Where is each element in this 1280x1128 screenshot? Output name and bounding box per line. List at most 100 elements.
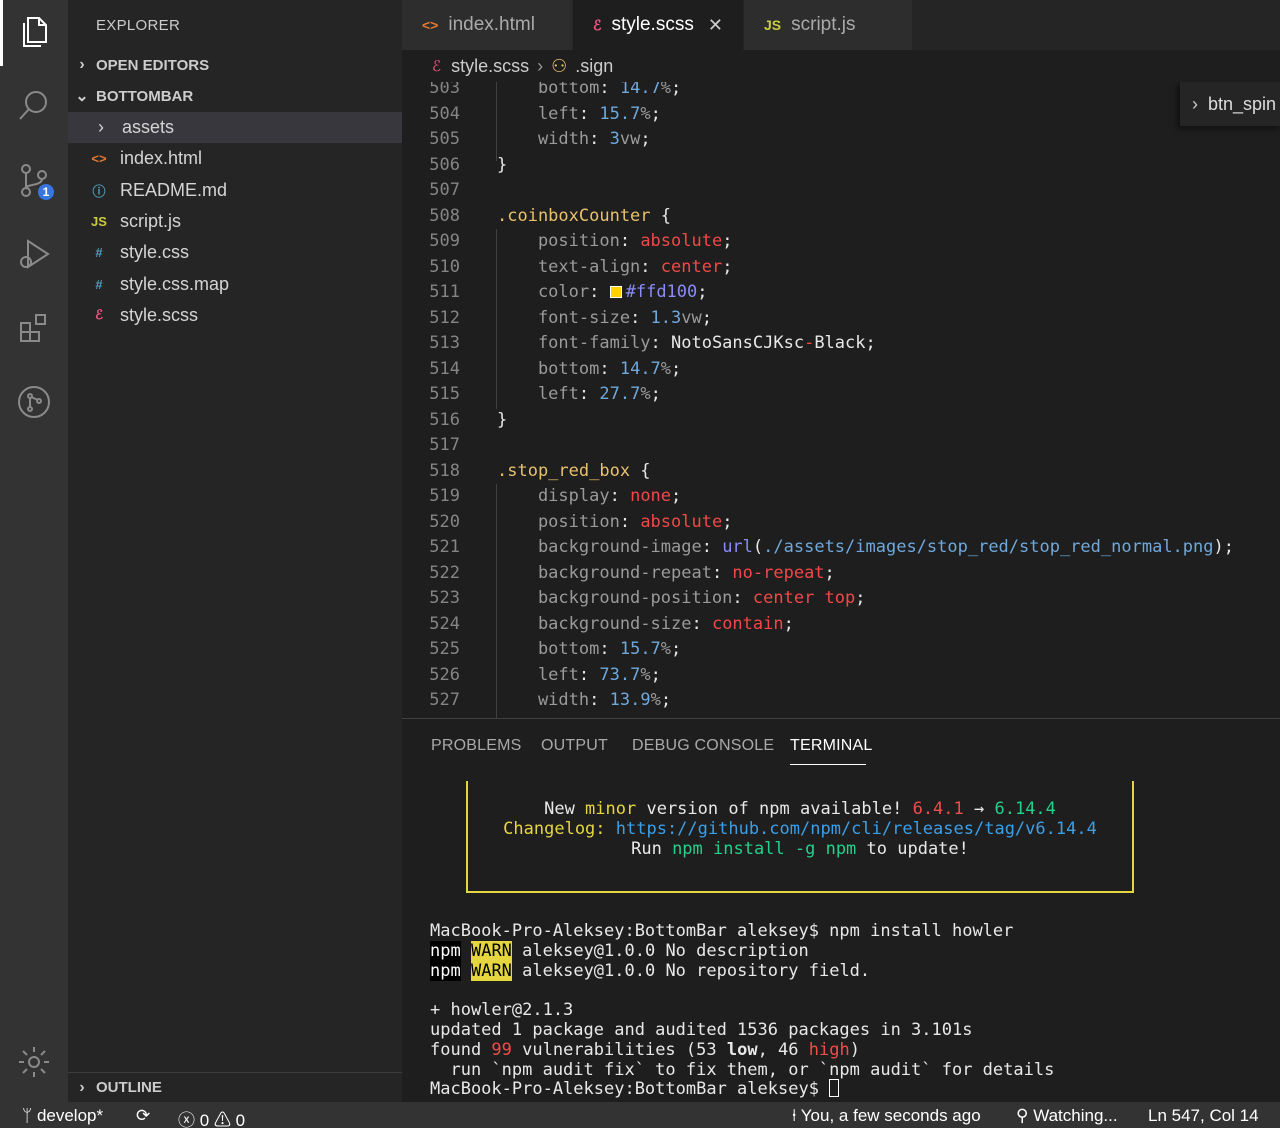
- code-token: ;: [855, 588, 866, 608]
- tab-index-html[interactable]: <> index.html: [402, 0, 573, 50]
- breadcrumb: ℰ style.scss › ⚇ .sign: [402, 50, 1280, 82]
- code-token: #ffd100: [625, 282, 698, 302]
- tab-output[interactable]: OUTPUT: [541, 737, 608, 755]
- terminal-token: + howler@2.1.3: [430, 1000, 574, 1021]
- code-line: 519 display: none;: [402, 484, 1280, 510]
- tab-terminal[interactable]: TERMINAL: [790, 737, 873, 755]
- code-token: 1.3: [650, 307, 682, 328]
- code-token: :: [578, 664, 600, 685]
- code-line: 521 background-image: url(./assets/image…: [402, 535, 1280, 561]
- code-token: 73.7: [599, 664, 641, 685]
- terminal-token: npm install -g npm: [672, 839, 857, 859]
- line-number: 523: [429, 588, 460, 608]
- code-line: 524 background-size: contain;: [402, 612, 1280, 638]
- files-icon[interactable]: [14, 12, 54, 52]
- code-token: background-image: [497, 537, 702, 557]
- code-line: 515 left: 27.7%;: [402, 382, 1280, 408]
- active-tab-underline: [790, 764, 866, 765]
- code-line: 518 .stop_red_box {: [402, 459, 1280, 485]
- terminal-line: found 99 vulnerabilities (53 low, 46 hig…: [430, 1040, 860, 1060]
- code-text: background-size: contain;: [497, 612, 794, 638]
- git-branch-icon: ᛘ: [22, 1106, 33, 1125]
- error-count: 0: [199, 1111, 210, 1128]
- tab-label: script.js: [791, 14, 856, 35]
- code-token: position: [497, 231, 620, 251]
- js-file-icon: JS: [764, 17, 782, 33]
- code-token: 3: [609, 129, 620, 149]
- code-token: : NotoSansCJKsc: [650, 333, 805, 353]
- watch-status[interactable]: ⚲ Watching...: [1016, 1106, 1118, 1126]
- tree-file[interactable]: ℰstyle.scss: [68, 300, 402, 331]
- code-token: %: [650, 690, 661, 710]
- open-editors-section[interactable]: › OPEN EDITORS: [68, 50, 402, 80]
- terminal[interactable]: New minor version of npm available! 6.4.…: [402, 719, 1280, 1103]
- close-icon[interactable]: ✕: [708, 15, 723, 36]
- tree-item-label: script.js: [120, 210, 182, 231]
- tab-script-js[interactable]: JS script.js: [744, 0, 913, 50]
- tab-style-scss[interactable]: ℰ style.scss ✕: [573, 0, 744, 50]
- tree-file[interactable]: JS script.js: [68, 206, 402, 237]
- blame-text: You, a few seconds ago: [800, 1106, 981, 1125]
- file-type-icon: JS: [91, 213, 107, 229]
- code-text: .coinboxCounter {: [497, 204, 671, 230]
- folder-section[interactable]: ⌄ BOTTOMBAR: [68, 81, 402, 111]
- tree-file[interactable]: ⓘ README.md: [68, 175, 402, 206]
- line-number: 524: [429, 613, 460, 634]
- code-token: bottom: [497, 82, 600, 98]
- tree-file[interactable]: <> index.html: [68, 143, 402, 174]
- extensions-icon[interactable]: [14, 308, 54, 348]
- cursor-position[interactable]: Ln 547, Col 14: [1148, 1106, 1259, 1126]
- settings-gear-icon[interactable]: [14, 1042, 54, 1082]
- code-token: .coinboxCounter: [497, 205, 651, 226]
- chevron-right-icon: ›: [79, 1078, 85, 1096]
- sticky-scroll-widget[interactable]: › btn_spin: [1180, 82, 1280, 126]
- file-type-icon: ⓘ: [92, 183, 106, 199]
- branch-status[interactable]: ᛘ develop*: [22, 1106, 103, 1126]
- tree-file[interactable]: # style.css: [68, 237, 402, 268]
- code-token: %: [640, 664, 651, 685]
- code-token: ;: [722, 511, 733, 532]
- code-text: display: none;: [497, 484, 681, 510]
- code-editor[interactable]: 503 bottom: 14.7%; 504 left: 15.7%; 505 wi…: [402, 82, 1280, 718]
- outline-section[interactable]: › OUTLINE: [68, 1072, 402, 1102]
- code-token: {: [650, 205, 672, 226]
- problems-status[interactable]: ⓧ 0 ⚠ 0: [178, 1106, 245, 1128]
- code-token: width: [497, 129, 590, 149]
- code-text: font-size: 1.3vw;: [497, 306, 712, 332]
- terminal-token: MacBook-Pro-Aleksey:BottomBar aleksey$ n…: [430, 921, 1014, 941]
- tab-problems[interactable]: PROBLEMS: [431, 737, 522, 755]
- line-number: 507: [429, 180, 460, 200]
- terminal-token: aleksey@1.0.0 No description: [511, 940, 809, 961]
- search-icon[interactable]: [14, 86, 54, 126]
- code-token: );: [1213, 537, 1234, 557]
- tree-folder-assets[interactable]: › assets: [68, 112, 402, 143]
- npm-notice-line: Run npm install -g npm to update!: [468, 839, 1132, 859]
- run-debug-icon[interactable]: [14, 234, 54, 274]
- git-graph-icon[interactable]: [14, 382, 54, 422]
- code-line: 522 background-repeat: no-repeat;: [402, 561, 1280, 587]
- tree-file[interactable]: # style.css.map: [68, 269, 402, 300]
- tab-debug-console[interactable]: DEBUG CONSOLE: [632, 737, 774, 755]
- sticky-symbol: btn_spin: [1208, 93, 1277, 114]
- terminal-token: to update!: [856, 839, 969, 859]
- code-text: background-image: url(./assets/images/st…: [497, 535, 1234, 561]
- breadcrumb-file[interactable]: style.scss: [451, 56, 529, 77]
- line-number: 525: [429, 639, 460, 659]
- file-type-icon: #: [95, 245, 103, 261]
- code-line: 507: [402, 178, 1280, 204]
- code-text: bottom: 14.7%;: [497, 82, 681, 102]
- file-type-icon: ℰ: [95, 307, 103, 323]
- chevron-right-icon: ›: [98, 117, 104, 137]
- terminal-line: MacBook-Pro-Aleksey:BottomBar aleksey$ n…: [430, 921, 1013, 941]
- npm-notice-line: New minor version of npm available! 6.4.…: [468, 799, 1132, 819]
- color-swatch[interactable]: [609, 286, 622, 298]
- breadcrumb-symbol[interactable]: .sign: [575, 56, 613, 77]
- editor-tab-bar: <> index.html ℰ style.scss ✕ JS script.j…: [402, 0, 1280, 50]
- git-blame-status[interactable]: ⍿ You, a few seconds ago: [792, 1106, 981, 1126]
- sync-icon[interactable]: ⟳: [136, 1106, 150, 1126]
- explorer-sidebar: EXPLORER › OPEN EDITORS ⌄ BOTTOMBAR › ass…: [68, 0, 402, 1102]
- code-token: :: [691, 613, 712, 634]
- line-number: 511: [429, 282, 460, 302]
- code-line: 509 position: absolute;: [402, 229, 1280, 255]
- source-control-icon[interactable]: 1: [14, 160, 56, 202]
